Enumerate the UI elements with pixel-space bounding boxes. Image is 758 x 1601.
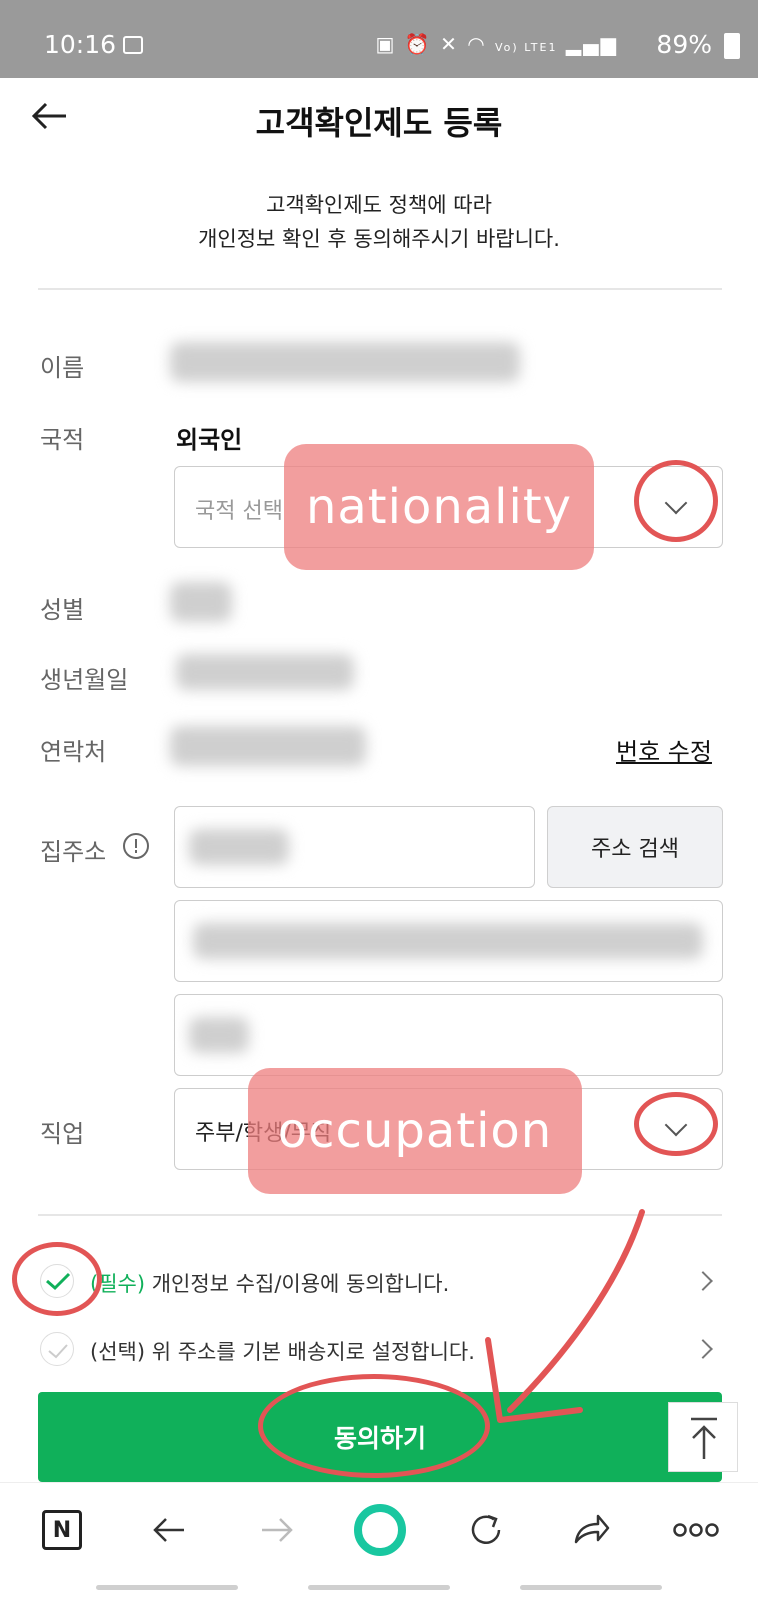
checkmark-icon: [48, 1344, 68, 1359]
image-icon: [123, 36, 143, 54]
nationality-label: 국적: [40, 426, 85, 454]
annotation-arrow: [485, 1209, 645, 1423]
agreement-optional-prefix: (선택): [90, 1340, 146, 1364]
naver-n-icon[interactable]: N: [42, 1510, 82, 1550]
name-label: 이름: [40, 354, 85, 382]
occupation-label: 직업: [40, 1120, 85, 1148]
nationality-value: 외국인: [176, 426, 243, 454]
address-line1-field[interactable]: [174, 900, 723, 982]
contact-label: 연락처: [40, 738, 107, 766]
mute-icon: ✕: [440, 32, 459, 56]
nav-indicator: [308, 1585, 450, 1590]
share-icon[interactable]: [570, 1510, 612, 1550]
divider: [38, 288, 722, 290]
name-value-blurred: [170, 342, 520, 382]
arrow-up-icon: [691, 1417, 717, 1459]
address-label: 집주소: [40, 838, 107, 866]
annotation-circle: [634, 460, 718, 542]
intro-text: 고객확인제도 정책에 따라 개인정보 확인 후 동의해주시기 바랍니다.: [0, 188, 758, 256]
agreement-optional-text: 위 주소를 기본 배송지로 설정합니다.: [151, 1340, 475, 1364]
birth-value-blurred: [176, 654, 354, 690]
battery-icon: [724, 33, 740, 59]
edit-phone-link[interactable]: 번호 수정: [616, 732, 712, 767]
agreement-required-text: 개인정보 수집/이용에 동의합니다.: [151, 1272, 450, 1296]
gender-label: 성별: [40, 596, 85, 624]
forward-arrow-icon[interactable]: [256, 1510, 296, 1550]
volte-icon: Vo) LTE1: [495, 41, 558, 54]
gender-value-blurred: [170, 582, 232, 622]
info-icon[interactable]: [122, 832, 150, 860]
address-search-button[interactable]: 주소 검색: [547, 806, 723, 888]
wifi-icon: ◠: [467, 32, 487, 56]
scroll-to-top-button[interactable]: [668, 1402, 738, 1472]
chevron-right-icon[interactable]: [693, 1271, 713, 1291]
back-arrow-icon[interactable]: [150, 1510, 190, 1550]
green-dot-icon[interactable]: [352, 1502, 408, 1558]
intro-line-2: 개인정보 확인 후 동의해주시기 바랍니다.: [198, 227, 560, 251]
alarm-icon: ⏰: [404, 32, 432, 56]
annotation-circle: [634, 1092, 718, 1156]
status-bar: 10:16 ▣ ⏰ ✕ ◠ Vo) LTE1 ▂▄▆ 89%: [0, 0, 758, 78]
nav-indicator: [96, 1585, 238, 1590]
status-icons: ▣ ⏰ ✕ ◠ Vo) LTE1 ▂▄▆: [376, 32, 618, 56]
zipcode-value-blurred: [189, 829, 289, 865]
intro-line-1: 고객확인제도 정책에 따라: [266, 193, 492, 217]
birth-label: 생년월일: [40, 666, 129, 694]
contact-value-blurred: [170, 726, 366, 766]
battery-saver-icon: ▣: [375, 32, 397, 56]
address-line1-blurred: [193, 923, 703, 959]
chevron-right-icon[interactable]: [693, 1339, 713, 1359]
nav-indicator: [520, 1585, 662, 1590]
nationality-placeholder: 국적 선택: [195, 499, 283, 524]
battery-percent: 89%: [656, 30, 712, 59]
annotation-occupation: occupation: [248, 1068, 582, 1194]
address-line2-blurred: [189, 1017, 249, 1053]
more-icon[interactable]: [672, 1516, 720, 1544]
refresh-icon[interactable]: [466, 1510, 506, 1550]
annotation-circle: [258, 1374, 490, 1478]
annotation-circle: [12, 1242, 102, 1316]
address-line2-field[interactable]: [174, 994, 723, 1076]
signal-icon: ▂▄▆: [565, 32, 618, 56]
annotation-nationality: nationality: [284, 444, 594, 570]
status-time: 10:16: [44, 30, 117, 59]
page-title: 고객확인제도 등록: [255, 104, 503, 142]
zipcode-field[interactable]: [174, 806, 535, 888]
